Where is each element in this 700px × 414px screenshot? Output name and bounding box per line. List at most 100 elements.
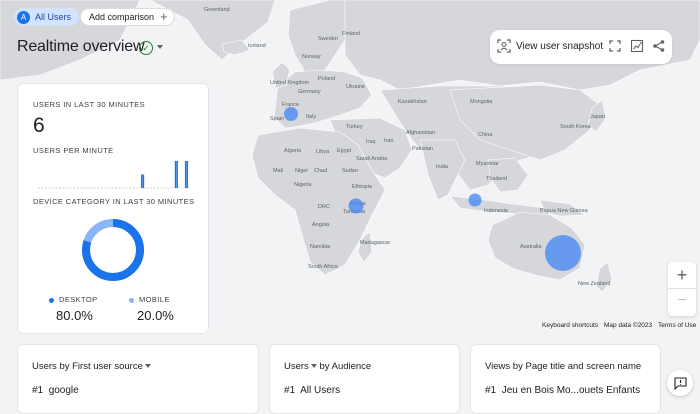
map-label: Turkey [346,124,363,130]
map-label: South Africa [308,264,339,270]
view-user-snapshot-button[interactable]: View user snapshot [516,41,603,52]
map-label: Myanmar [476,161,499,167]
map-label: Australia [520,244,542,250]
minute-bar[interactable] [186,161,189,188]
map-label: Finland [342,31,360,37]
map-label: Angola [312,222,330,228]
legend-value: 80.0% [56,308,93,323]
views-by-page-title-card: Views by Page title and screen name #1 J… [470,344,661,414]
zoom-out-button[interactable]: − [668,292,696,310]
map-label: South Korea [560,124,592,130]
fullscreen-icon[interactable] [608,39,622,53]
minute-bar[interactable] [176,161,178,188]
feedback-button[interactable] [667,370,693,396]
users-30min-label: USERS IN LAST 30 MINUTES [33,100,145,109]
map-label: Mongolia [470,99,493,105]
realtime-summary-card: USERS IN LAST 30 MINUTES 6 USERS PER MIN… [17,83,209,334]
page-title: Realtime overview [17,38,145,55]
insights-chart-icon[interactable] [630,39,644,53]
map-label: Thailand [486,176,507,182]
map-label: United Kingdom [270,80,310,86]
dropdown-icon[interactable] [310,364,317,369]
map-label: Japan [590,114,605,120]
users-by-source-card: Users by First user source #1 google [17,344,259,414]
legend-dot-mobile [129,297,134,303]
device-category-label: DEVICE CATEGORY IN LAST 30 MINUTES [33,197,195,206]
map-label: Madagascar [360,240,390,246]
snapshot-toolbar: View user snapshot [490,30,672,64]
users-30min-value: 6 [33,114,45,137]
legend-name: MOBILE [139,295,170,304]
map-zoom-controls: + − [668,262,696,316]
zoom-in-button[interactable]: + [668,265,696,286]
minute-bar[interactable] [141,174,143,189]
person-scan-icon[interactable] [497,39,511,53]
map-label: Chad [314,168,327,174]
share-icon[interactable] [652,39,666,53]
device-donut-chart[interactable] [80,217,146,283]
zoom-divider [668,288,696,289]
map-label: Algeria [284,148,302,154]
map-label: Saudi Arabia [356,156,388,162]
map-label: Niger [295,168,308,174]
map-label: Indonesia [484,208,509,214]
map-label: Kazakhstan [398,99,427,105]
legend-desktop: DESKTOP 80.0% [49,295,98,323]
legend-mobile: MOBILE 20.0% [129,295,174,323]
map-label: Norway [302,54,321,60]
map-label: Germany [298,89,321,95]
table-row: #1 Jeu en Bois Mo...ouets Enfants [485,385,641,396]
all-users-chip[interactable]: A All Users [14,8,80,26]
add-comparison-label: Add comparison [89,12,155,22]
user-location-bubble[interactable] [284,107,298,121]
map-label: Sweden [318,36,338,42]
map-label: Mali [273,168,283,174]
map-label: Iraq [366,139,375,145]
plus-icon: + [160,9,168,24]
map-label: DRC [318,204,330,210]
map-label: Nigeria [294,182,312,188]
minute-bar[interactable] [142,174,145,189]
chevron-down-icon[interactable] [157,45,163,49]
dropdown-icon[interactable] [144,364,151,369]
map-label: Namibia [310,244,331,250]
map-data-label: Map data ©2023 [604,322,653,329]
map-label: Poland [318,76,335,82]
user-location-bubble[interactable] [348,198,364,214]
map-label: China [478,132,493,138]
minute-bar[interactable] [184,161,187,188]
card-title: Views by Page title and screen name [485,361,642,372]
add-comparison-button[interactable]: Add comparison + [80,8,175,26]
users-per-minute-label: USERS PER MINUTE [33,146,114,155]
minute-bar[interactable] [174,161,177,188]
table-row: #1 All Users [284,385,341,396]
card-title[interactable]: Users by First user source [32,361,151,372]
users-per-minute-chart[interactable] [38,158,190,190]
user-location-bubble[interactable] [468,193,482,207]
map-label: Libya [316,149,330,155]
legend-name: DESKTOP [59,295,98,304]
card-title[interactable]: Users by Audience [284,361,371,372]
map-label: Pakistan [412,146,433,152]
terms-of-use-link[interactable]: Terms of Use [658,322,696,329]
user-location-bubble[interactable] [545,235,581,271]
keyboard-shortcuts-link[interactable]: Keyboard shortcuts [542,322,598,329]
map-label: Iran [384,138,393,144]
map-label: Sudan [342,168,358,174]
map-label: Egypt [337,148,352,154]
all-users-label: All Users [35,12,72,22]
map-label: Ethiopia [352,184,373,190]
map-label: Papua New Guinea [540,208,589,214]
users-by-audience-card: Users by Audience #1 All Users [269,344,460,414]
check-circle-icon[interactable]: ✓ [139,41,153,55]
legend-value: 20.0% [137,308,174,323]
map-label: India [436,164,449,170]
map-label: New Zealand [578,281,610,287]
map-label: Ukraine [346,84,365,90]
map-label: Afghanistan [406,130,435,136]
feedback-icon [673,376,687,390]
map-label: Italy [306,114,316,120]
legend-dot-desktop [49,297,54,303]
map-label: Iceland [248,43,266,49]
table-row: #1 google [32,385,79,396]
